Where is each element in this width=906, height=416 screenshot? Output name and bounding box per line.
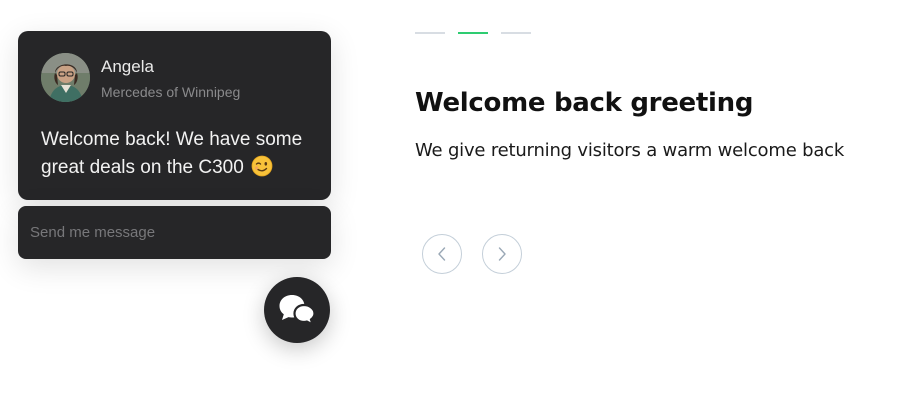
previous-button[interactable] [422, 234, 462, 274]
message-box [18, 206, 331, 259]
step-dash-2-active[interactable] [458, 32, 488, 34]
next-button[interactable] [482, 234, 522, 274]
chat-launcher-button[interactable] [264, 277, 330, 343]
chat-greeting-card: Angela Mercedes of Winnipeg Welcome back… [18, 31, 331, 200]
avatar [41, 53, 90, 102]
feature-title: Welcome back greeting [415, 88, 754, 118]
agent-company: Mercedes of Winnipeg [101, 84, 241, 100]
winking-face-icon [251, 155, 273, 177]
step-dash-1[interactable] [415, 32, 445, 34]
message-input[interactable] [30, 206, 320, 259]
agent-name: Angela [101, 57, 154, 76]
step-dash-3[interactable] [501, 32, 531, 34]
feature-description: We give returning visitors a warm welcom… [415, 140, 845, 161]
chat-message: Welcome back! We have some great deals o… [41, 126, 321, 182]
